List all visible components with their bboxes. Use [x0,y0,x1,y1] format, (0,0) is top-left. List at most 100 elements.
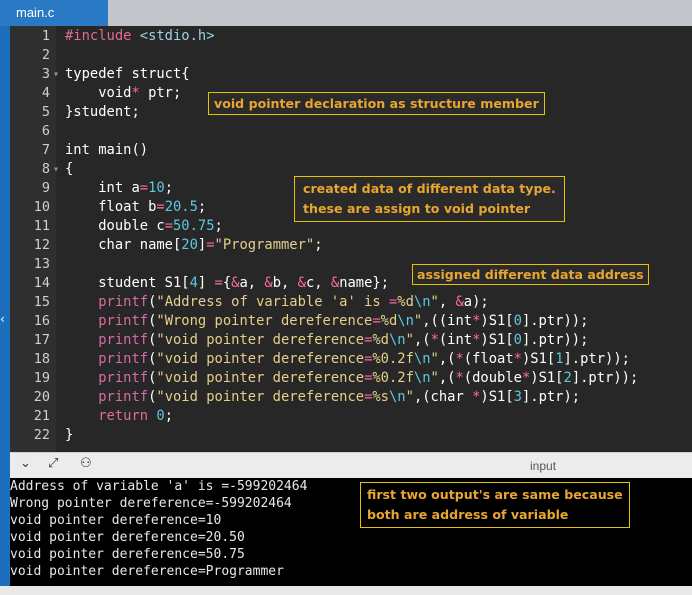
code-token: 0 [513,332,522,348]
code-token: "Programmer" [214,237,315,253]
code-token: ] [197,237,207,253]
collapse-icon[interactable]: ⌄ [20,456,31,471]
code-token: a, [239,275,265,291]
code-line[interactable]: printf("Wrong pointer dereference=%d\n",… [65,312,588,331]
code-token: ].ptr)); [521,313,589,329]
code-line[interactable]: float b=20.5; [65,198,206,217]
code-token: " [405,389,414,405]
line-number: 5 [41,104,50,120]
line-number: 10 [33,199,50,215]
line-number: 14 [33,275,50,291]
code-token: & [264,275,273,291]
fold-arrow-icon[interactable]: ▾ [53,65,61,84]
code-token: * [513,351,522,367]
code-line[interactable]: return 0; [65,407,173,426]
code-line[interactable]: student S1[4] ={&a, &b, &c, &name}; [65,274,389,293]
code-token: 1 [555,351,564,367]
fold-arrow-icon[interactable]: ▾ [53,160,61,179]
code-token: 3 [513,389,522,405]
code-token: * [455,351,464,367]
code-token: 2 [563,370,572,386]
code-token: int main() [65,142,149,158]
code-line[interactable]: double c=50.75; [65,217,223,236]
code-line[interactable]: #include <stdio.h> [65,27,215,46]
annotation-output-line1: first two output's are same because [367,487,623,502]
code-token: printf [65,313,149,329]
line-number: 20 [33,389,50,405]
code-token: ; [164,408,173,424]
code-token: 0 [156,408,165,424]
tab-bar-empty [108,0,692,26]
code-token: 10 [148,180,165,196]
code-token: 0 [513,313,522,329]
code-line[interactable]: char name[20]="Programmer"; [65,236,322,255]
line-number: 9 [41,180,50,196]
annotation-data-types: created data of different data type. the… [294,176,565,222]
code-token: ,( [413,332,431,348]
code-line[interactable]: printf("Address of variable 'a' is =%d\n… [65,293,489,312]
code-token: \n [389,332,406,348]
annotation-data-types-line1: created data of different data type. [303,181,556,196]
code-token: ; [214,218,223,234]
annotation-data-address: assigned different data address [412,264,649,285]
status-strip [0,586,692,595]
code-token: & [455,294,464,310]
code-line[interactable]: void* ptr; [65,84,181,103]
code-token: (int [438,332,473,348]
output-line: Address of variable 'a' is =-599202464 [10,479,308,494]
code-line[interactable]: printf("void pointer dereference=%d\n",(… [65,331,588,350]
tab-bar: main.c [0,0,692,26]
code-token: \n [397,313,414,329]
code-token: (float [463,351,514,367]
chevron-left-icon[interactable]: ‹ [0,312,10,326]
code-token: )S1[ [480,313,514,329]
code-line[interactable]: int a=10; [65,179,173,198]
code-token: ,((int [422,313,473,329]
code-token: , [438,294,456,310]
code-line[interactable]: }student; [65,103,140,122]
line-number: 18 [33,351,50,367]
code-line[interactable]: printf("void pointer dereference=%0.2f\n… [65,350,630,369]
line-number: 3 [41,66,50,82]
code-token: "void pointer dereference [156,332,365,348]
code-line[interactable]: typedef struct{ [65,65,190,84]
code-token: %d [397,294,414,310]
code-editor[interactable]: 1 #include <stdio.h> 2 3 ▾ typedef struct{4 v… [10,26,692,452]
annotation-output: first two output's are same because both… [360,482,630,528]
code-token: ].ptr); [521,389,581,405]
output-line: void pointer dereference=20.50 [10,530,245,545]
code-token: { [222,275,232,291]
code-token: )S1[ [521,351,556,367]
code-token: = [156,199,165,215]
code-token: } [65,427,74,443]
code-token: printf [65,332,149,348]
code-line[interactable]: int main() [65,141,148,160]
code-token: printf [65,389,149,405]
tab-main-c[interactable]: main.c [0,0,108,26]
code-token: student S1[ [65,275,190,291]
code-token: return [65,408,157,424]
code-token: "Wrong pointer dereference [156,313,373,329]
line-number: 15 [33,294,50,310]
code-token: " [405,332,414,348]
code-token: " [413,313,423,329]
code-line[interactable]: printf("void pointer dereference=%0.2f\n… [65,369,638,388]
code-line[interactable]: printf("void pointer dereference=%s\n",(… [65,388,580,407]
code-token: (double [463,370,522,386]
code-token: 4 [189,275,198,291]
code-token: ; [197,199,207,215]
code-token: <stdio.h> [139,28,215,44]
code-token: = [214,275,223,291]
code-token: b, [272,275,298,291]
line-number: 4 [41,85,50,101]
code-token: %s [372,389,389,405]
code-line[interactable]: { [65,160,73,179]
input-tab-label[interactable]: input [530,459,556,473]
expand-icon[interactable]: ⤢ [48,456,58,471]
code-token: )S1[ [480,332,514,348]
code-token: * [131,85,140,101]
user-icon[interactable]: ⚇ [80,456,92,471]
output-line: void pointer dereference=Programmer [10,564,284,579]
code-line[interactable]: } [65,426,73,445]
code-token: ].ptr)); [571,370,639,386]
